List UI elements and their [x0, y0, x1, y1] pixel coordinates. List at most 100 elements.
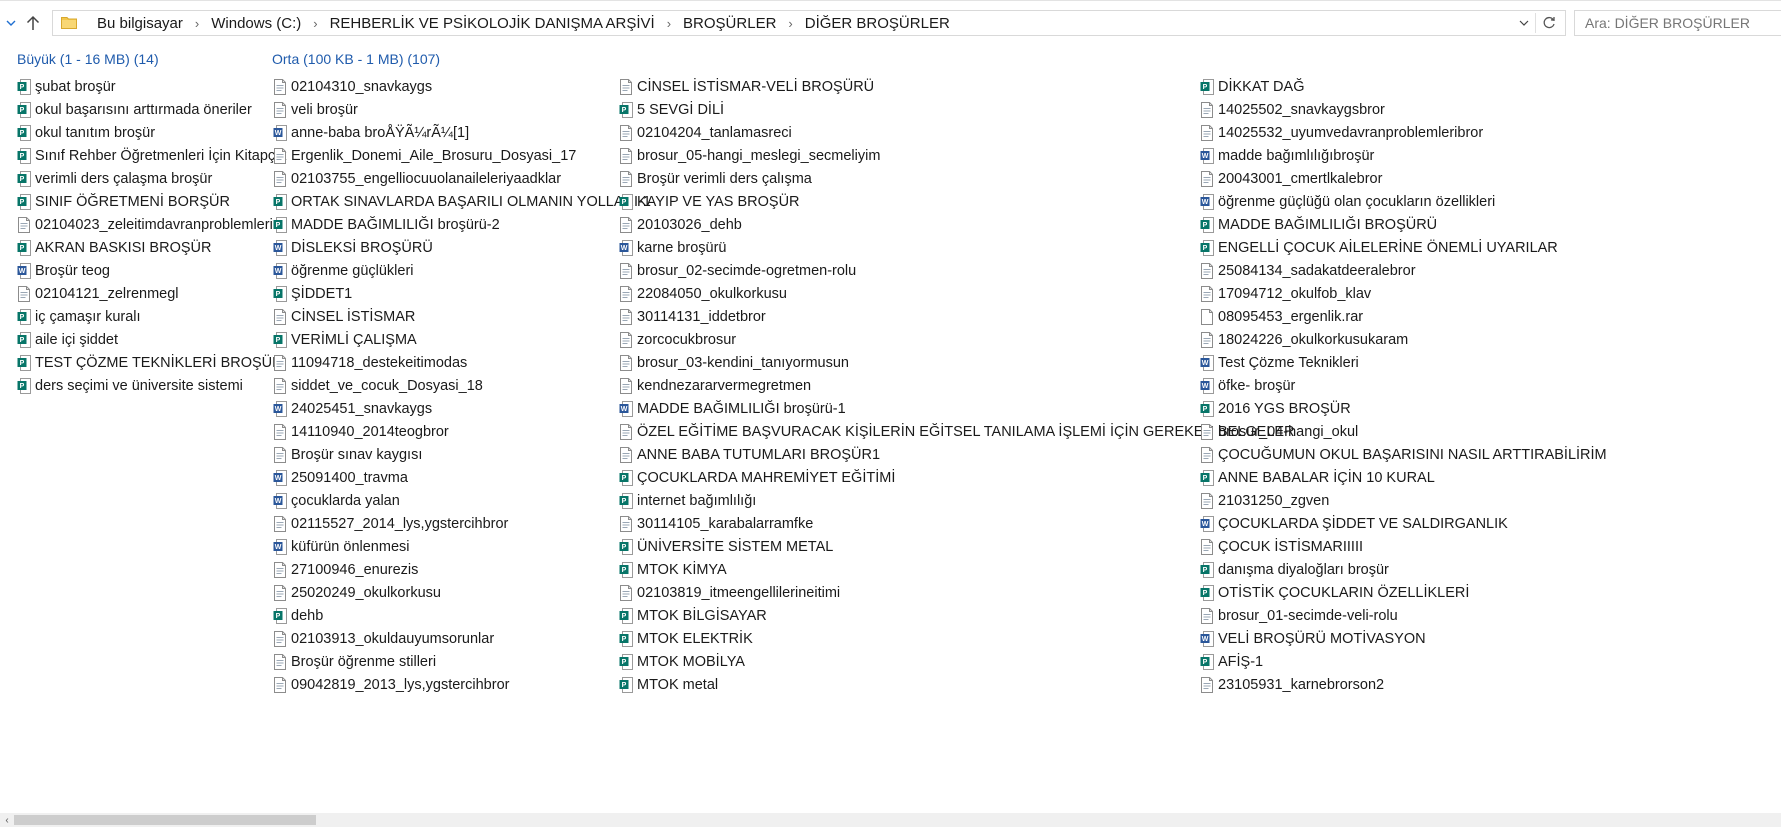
file-item[interactable]: Wöğrenme güçlükleri: [273, 259, 651, 282]
file-item[interactable]: 27100946_enurezis: [273, 558, 651, 581]
file-item[interactable]: 02104023_zeleitimdavranproblemleri: [17, 213, 286, 236]
file-item[interactable]: P MTOK metal: [619, 673, 1295, 696]
file-item[interactable]: W ÇOCUKLARDA ŞİDDET VE SALDIRGANLIK: [1200, 512, 1607, 535]
up-arrow-icon[interactable]: [22, 12, 44, 34]
horizontal-scrollbar[interactable]: ‹: [0, 813, 1781, 827]
file-item[interactable]: 21031250_zgven: [1200, 489, 1607, 512]
breadcrumb-item[interactable]: DİĞER BROŞÜRLER: [801, 15, 954, 32]
file-item[interactable]: P DİKKAT DAĞ: [1200, 75, 1607, 98]
file-item[interactable]: Wkarne broşürü: [619, 236, 1295, 259]
file-item[interactable]: W 24025451_snavkaygs: [273, 397, 651, 420]
file-item[interactable]: P ORTAK SINAVLARDA BAŞARILI OLMANIN YOLLA…: [273, 190, 651, 213]
file-item[interactable]: P ÜNİVERSİTE SİSTEM METAL: [619, 535, 1295, 558]
file-item[interactable]: P ŞİDDET1: [273, 282, 651, 305]
file-item[interactable]: P Sınıf Rehber Öğretmenleri İçin Kitapçık: [17, 144, 286, 167]
file-item[interactable]: W MADDE BAĞIMLILIĞI broşürü-1: [619, 397, 1295, 420]
file-item[interactable]: ÇOCUK İSTİSMARIIIII: [1200, 535, 1607, 558]
file-item[interactable]: 25084134_sadakatdeeralebror: [1200, 259, 1607, 282]
file-item[interactable]: P MTOK ELEKTRİK: [619, 627, 1295, 650]
file-item[interactable]: W DİSLEKSİ BROŞÜRÜ: [273, 236, 651, 259]
file-item[interactable]: W Test Çözme Teknikleri: [1200, 351, 1607, 374]
file-item[interactable]: 18024226_okulkorkusukaram: [1200, 328, 1607, 351]
file-item[interactable]: CİNSEL İSTİSMAR: [273, 305, 651, 328]
file-item[interactable]: 02104310_snavkaygs: [273, 75, 651, 98]
file-item[interactable]: P MTOK MOBİLYA: [619, 650, 1295, 673]
breadcrumb-item[interactable]: Bu bilgisayar: [93, 15, 187, 32]
file-item[interactable]: Wçocuklarda yalan: [273, 489, 651, 512]
file-item[interactable]: W Broşür teog: [17, 259, 286, 282]
file-item[interactable]: 20103026_dehb: [619, 213, 1295, 236]
group-header-large[interactable]: Büyük (1 - 16 MB) (14): [17, 51, 159, 67]
file-item[interactable]: 14025502_snavkaygsbror: [1200, 98, 1607, 121]
file-item[interactable]: 02103819_itmeengellilerineitimi: [619, 581, 1295, 604]
breadcrumb-item[interactable]: REHBERLİK VE PSİKOLOJİK DANIŞMA ARŞİVİ: [326, 15, 659, 32]
chevron-right-icon[interactable]: ›: [659, 16, 679, 31]
address-dropdown-chevron-icon[interactable]: [1513, 13, 1536, 33]
file-item[interactable]: brosur_04-hangi_okul: [1200, 420, 1607, 443]
file-item[interactable]: Wöğrenme güçlüğü olan çocukların özellik…: [1200, 190, 1607, 213]
file-item[interactable]: CİNSEL İSTİSMAR-VELİ BROŞÜRÜ: [619, 75, 1295, 98]
file-item[interactable]: P 5 SEVGİ DİLİ: [619, 98, 1295, 121]
file-item[interactable]: brosur_03-kendini_tanıyormusun: [619, 351, 1295, 374]
file-item[interactable]: P ENGELLİ ÇOCUK AİLELERİNE ÖNEMLİ UYARILA…: [1200, 236, 1607, 259]
file-item[interactable]: 08095453_ergenlik.rar: [1200, 305, 1607, 328]
file-item[interactable]: 09042819_2013_lys,ygstercihbror: [273, 673, 651, 696]
file-item[interactable]: P KAYIP VE YAS BROŞÜR: [619, 190, 1295, 213]
file-item[interactable]: Pverimli ders çalaşma broşür: [17, 167, 286, 190]
file-item[interactable]: P OTİSTİK ÇOCUKLARIN ÖZELLİKLERİ: [1200, 581, 1607, 604]
file-item[interactable]: P AFİŞ-1: [1200, 650, 1607, 673]
file-item[interactable]: Piç çamaşır kuralı: [17, 305, 286, 328]
file-item[interactable]: 17094712_okulfob_klav: [1200, 282, 1607, 305]
file-item[interactable]: kendnezararvermegretmen: [619, 374, 1295, 397]
chevron-right-icon[interactable]: ›: [305, 16, 325, 31]
file-item[interactable]: Broşür öğrenme stilleri: [273, 650, 651, 673]
file-item[interactable]: 02104204_tanlamasreci: [619, 121, 1295, 144]
file-item[interactable]: Pşubat broşür: [17, 75, 286, 98]
file-item[interactable]: Wanne-baba broÅŸÃ¼rÃ¼[1]: [273, 121, 651, 144]
file-item[interactable]: P ÇOCUKLARDA MAHREMİYET EĞİTİMİ: [619, 466, 1295, 489]
file-item[interactable]: Wöfke- broşür: [1200, 374, 1607, 397]
file-item[interactable]: Pinternet bağımlılığı: [619, 489, 1295, 512]
file-item[interactable]: ÇOCUĞUMUN OKUL BAŞARISINI NASIL ARTTIRAB…: [1200, 443, 1607, 466]
file-item[interactable]: Broşür sınav kaygısı: [273, 443, 651, 466]
file-item[interactable]: siddet_ve_cocuk_Dosyasi_18: [273, 374, 651, 397]
file-item[interactable]: P MADDE BAĞIMLILIĞI broşürü-2: [273, 213, 651, 236]
file-item[interactable]: veli broşür: [273, 98, 651, 121]
file-item[interactable]: brosur_05-hangi_meslegi_secmeliyim: [619, 144, 1295, 167]
file-item[interactable]: 30114131_iddetbror: [619, 305, 1295, 328]
file-item[interactable]: 14025532_uyumvedavranproblemleribror: [1200, 121, 1607, 144]
file-item[interactable]: Wküfürün önlenmesi: [273, 535, 651, 558]
file-item[interactable]: Wmadde bağımlılığıbroşür: [1200, 144, 1607, 167]
file-item[interactable]: P ANNE BABALAR İÇİN 10 KURAL: [1200, 466, 1607, 489]
file-item[interactable]: brosur_02-secimde-ogretmen-rolu: [619, 259, 1295, 282]
file-item[interactable]: 02104121_zelrenmegl: [17, 282, 286, 305]
scroll-left-arrow-icon[interactable]: ‹: [0, 813, 14, 827]
breadcrumb-item[interactable]: BROŞÜRLER: [679, 15, 780, 32]
file-item[interactable]: Pdehb: [273, 604, 651, 627]
group-header-medium[interactable]: Orta (100 KB - 1 MB) (107): [272, 51, 440, 67]
file-item[interactable]: 22084050_okulkorkusu: [619, 282, 1295, 305]
file-item[interactable]: 02103913_okuldauyumsorunlar: [273, 627, 651, 650]
file-item[interactable]: 14110940_2014teogbror: [273, 420, 651, 443]
file-item[interactable]: Pokul tanıtım broşür: [17, 121, 286, 144]
file-item[interactable]: Paile içi şiddet: [17, 328, 286, 351]
file-item[interactable]: W VELİ BROŞÜRÜ MOTİVASYON: [1200, 627, 1607, 650]
file-item[interactable]: zorcocukbrosur: [619, 328, 1295, 351]
file-item[interactable]: 11094718_destekeitimodas: [273, 351, 651, 374]
file-item[interactable]: 23105931_karnebrorson2: [1200, 673, 1607, 696]
search-input[interactable]: [1581, 14, 1781, 32]
file-item[interactable]: Broşür verimli ders çalışma: [619, 167, 1295, 190]
file-item[interactable]: P VERİMLİ ÇALIŞMA: [273, 328, 651, 351]
chevron-right-icon[interactable]: ›: [780, 16, 800, 31]
breadcrumb-item[interactable]: Windows (C:): [207, 15, 305, 32]
address-input[interactable]: Bu bilgisayar › Windows (C:) › REHBERLİK…: [52, 10, 1566, 36]
file-item[interactable]: P MTOK KİMYA: [619, 558, 1295, 581]
file-item[interactable]: 30114105_karabalarramfke: [619, 512, 1295, 535]
file-item[interactable]: 20043001_cmertlkalebror: [1200, 167, 1607, 190]
scrollbar-thumb[interactable]: [14, 815, 316, 825]
file-item[interactable]: P SINIF ÖĞRETMENİ BORŞÜR: [17, 190, 286, 213]
file-item[interactable]: brosur_01-secimde-veli-rolu: [1200, 604, 1607, 627]
file-item[interactable]: P MADDE BAĞIMLILIĞI BROŞÜRÜ: [1200, 213, 1607, 236]
file-item[interactable]: ANNE BABA TUTUMLARI BROŞÜR1: [619, 443, 1295, 466]
chevron-right-icon[interactable]: ›: [187, 16, 207, 31]
